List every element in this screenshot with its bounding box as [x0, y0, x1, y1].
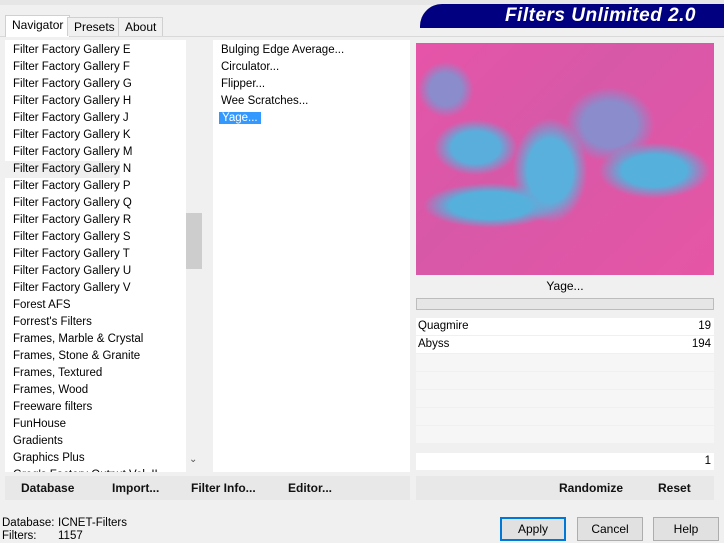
category-item[interactable]: Frames, Textured	[5, 365, 202, 382]
filter-item-label: Bulging Edge Average...	[221, 44, 345, 56]
category-item[interactable]: Frames, Marble & Crystal	[5, 331, 202, 348]
title-banner: Filters Unlimited 2.0	[420, 4, 724, 28]
category-item[interactable]: Filter Factory Gallery Q	[5, 195, 202, 212]
category-item[interactable]: Frames, Stone & Granite	[5, 348, 202, 365]
param-value: 194	[691, 338, 711, 350]
filters-label: Filters:	[2, 530, 37, 542]
param-name: Abyss	[418, 338, 450, 350]
filter-item-label: Flipper...	[221, 78, 266, 90]
filter-item[interactable]: Bulging Edge Average...	[213, 42, 410, 59]
preview-image	[416, 43, 714, 275]
progress-bar	[416, 298, 714, 310]
help-button[interactable]: Help	[653, 517, 719, 541]
scrollbar-thumb[interactable]	[186, 212, 202, 269]
parameter-panel: Quagmire 19 Abyss 194 1	[416, 318, 714, 472]
filter-item[interactable]: Yage...	[213, 110, 410, 127]
category-item[interactable]: Greg's Factory Output Vol. II	[5, 467, 202, 472]
category-item[interactable]: Filter Factory Gallery P	[5, 178, 202, 195]
tab-about[interactable]: About	[118, 17, 164, 36]
category-item[interactable]: Filter Factory Gallery H	[5, 93, 202, 110]
filter-item[interactable]: Wee Scratches...	[213, 93, 410, 110]
import-button[interactable]: Import...	[112, 481, 159, 495]
category-item[interactable]: Filter Factory Gallery G	[5, 76, 202, 93]
param-name: Quagmire	[418, 320, 469, 332]
category-item[interactable]: Filter Factory Gallery S	[5, 229, 202, 246]
param-slider-abyss[interactable]: Abyss 194	[416, 336, 714, 353]
filters-count: 1157	[58, 530, 83, 542]
param-slider-bottom[interactable]: 1	[416, 453, 714, 470]
category-item[interactable]: Gradients	[5, 433, 202, 450]
param-slot	[416, 354, 714, 371]
category-item[interactable]: FunHouse	[5, 416, 202, 433]
category-scrollbar[interactable]: ⌄	[186, 40, 202, 472]
apply-button[interactable]: Apply	[500, 517, 566, 541]
database-value: ICNET-Filters	[58, 517, 127, 529]
category-item[interactable]: Filter Factory Gallery U	[5, 263, 202, 280]
param-value: 19	[698, 320, 711, 332]
filter-list[interactable]: Bulging Edge Average... Circulator... Flip…	[213, 40, 410, 472]
param-slot	[416, 390, 714, 407]
status-info: Database: ICNET-Filters Filters: 1157	[2, 517, 127, 543]
category-item[interactable]: Graphics Plus	[5, 450, 202, 467]
category-item[interactable]: Filter Factory Gallery E	[5, 42, 202, 59]
filter-item-label: Circulator...	[221, 61, 280, 73]
tab-navigator[interactable]: Navigator	[5, 15, 71, 37]
filter-item-label: Wee Scratches...	[221, 95, 309, 107]
randomize-button[interactable]: Randomize	[559, 481, 623, 495]
param-value: 1	[704, 455, 711, 467]
tab-presets[interactable]: Presets	[67, 17, 122, 36]
navigator-toolbar: Database Import... Filter Info... Editor…	[5, 476, 410, 500]
category-item[interactable]: Filter Factory Gallery M	[5, 144, 202, 161]
category-item[interactable]: Filter Factory Gallery T	[5, 246, 202, 263]
category-item[interactable]: Forrest's Filters	[5, 314, 202, 331]
category-item[interactable]: Filter Factory Gallery K	[5, 127, 202, 144]
param-slot	[416, 426, 714, 443]
category-item[interactable]: Filter Factory Gallery F	[5, 59, 202, 76]
category-item[interactable]: Filter Factory Gallery V	[5, 280, 202, 297]
editor-button[interactable]: Editor...	[288, 481, 332, 495]
preview-filter-label: Yage...	[546, 279, 584, 293]
app-title: Filters Unlimited 2.0	[504, 5, 696, 26]
database-button[interactable]: Database	[21, 481, 74, 495]
filter-info-button[interactable]: Filter Info...	[191, 481, 256, 495]
filter-item[interactable]: Flipper...	[213, 76, 410, 93]
param-slot	[416, 372, 714, 389]
param-slider-quagmire[interactable]: Quagmire 19	[416, 318, 714, 335]
reset-button[interactable]: Reset	[658, 481, 691, 495]
database-label: Database:	[2, 517, 55, 529]
category-item[interactable]: Freeware filters	[5, 399, 202, 416]
filter-item[interactable]: Circulator...	[213, 59, 410, 76]
category-list[interactable]: Filter Factory Gallery E Filter Factory G…	[5, 40, 202, 472]
parameter-toolbar: Randomize Reset	[416, 476, 714, 500]
category-item[interactable]: Forest AFS	[5, 297, 202, 314]
filter-item-label: Yage...	[219, 112, 261, 124]
cancel-button[interactable]: Cancel	[577, 517, 643, 541]
category-item[interactable]: Frames, Wood	[5, 382, 202, 399]
chevron-down-icon[interactable]: ⌄	[189, 454, 197, 465]
category-item[interactable]: Filter Factory Gallery R	[5, 212, 202, 229]
category-item[interactable]: Filter Factory Gallery N	[5, 161, 131, 178]
category-item[interactable]: Filter Factory Gallery J	[5, 110, 202, 127]
param-slot	[416, 408, 714, 425]
